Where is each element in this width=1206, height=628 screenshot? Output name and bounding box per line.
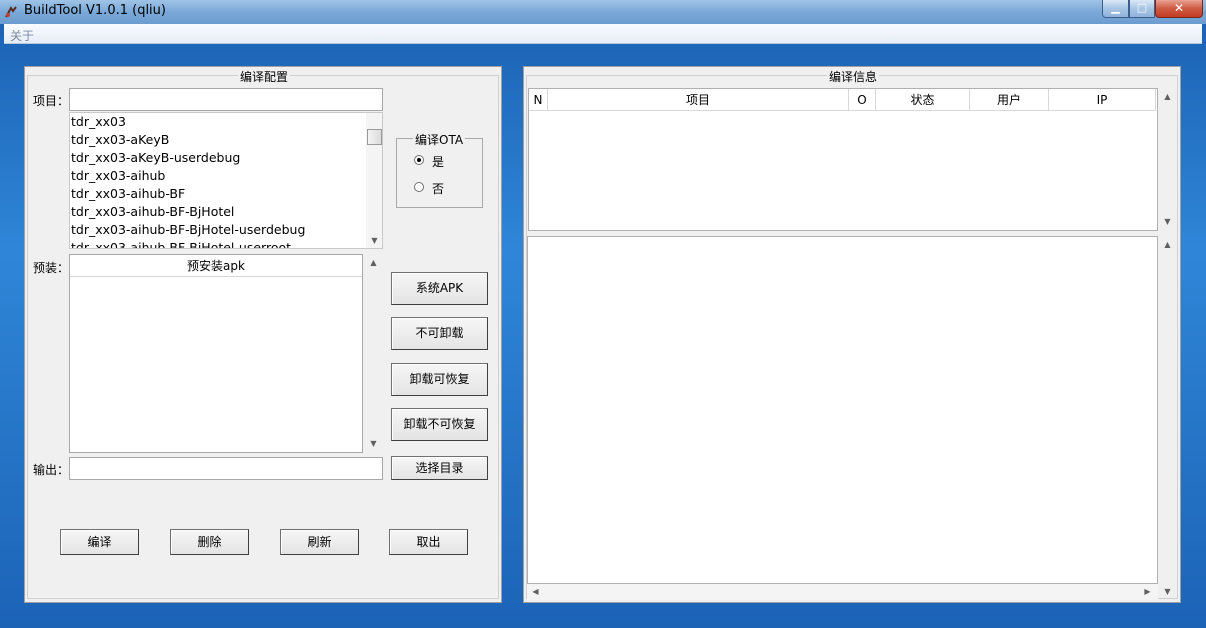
project-list-item[interactable]: tdr_xx03-aihub-BF-BjHotel-userroot: [70, 239, 364, 248]
scroll-down-icon[interactable]: ▼: [365, 439, 382, 448]
maximize-icon: □: [1136, 1, 1148, 14]
preinstall-header[interactable]: 预安装apk: [70, 255, 362, 277]
scroll-right-icon[interactable]: ▶: [1139, 587, 1156, 596]
ota-group-title: 编译OTA: [413, 131, 466, 148]
project-label: 项目：: [33, 94, 70, 108]
maximize-button[interactable]: □: [1129, 0, 1155, 18]
column-header[interactable]: IP: [1049, 89, 1156, 111]
build-log-hscrollbar[interactable]: ◀ ▶: [527, 584, 1158, 600]
scroll-up-icon[interactable]: ▲: [1159, 92, 1176, 101]
project-list-item[interactable]: tdr_xx03-aihub-BF: [70, 185, 364, 203]
config-group-title: 编译配置: [238, 68, 291, 85]
output-input[interactable]: [69, 457, 383, 480]
ota-no-radio[interactable]: [414, 182, 424, 192]
cancel-button[interactable]: 取出: [389, 529, 468, 555]
project-list-scrollbar[interactable]: ▼: [366, 113, 382, 248]
project-list[interactable]: tdr_xx03 tdr_xx03-aKeyB tdr_xx03-aKeyB-use…: [69, 112, 383, 249]
project-list-item[interactable]: tdr_xx03-aKeyB: [70, 131, 364, 149]
window-title: BuildTool V1.0.1 (qliu): [24, 3, 166, 18]
preinstall-label: 预装：: [33, 261, 70, 275]
delete-button[interactable]: 删除: [170, 529, 249, 555]
preinstall-list[interactable]: 预安装apk: [69, 254, 363, 453]
scroll-down-icon[interactable]: ▼: [1159, 217, 1176, 226]
uninstall-restorable-button[interactable]: 卸载可恢复: [391, 363, 488, 396]
compile-button[interactable]: 编译: [60, 529, 139, 555]
ota-no-label: 否: [432, 182, 445, 196]
choose-directory-button[interactable]: 选择目录: [391, 456, 488, 480]
minimize-icon: ▁: [1111, 1, 1120, 14]
close-button[interactable]: ✕: [1155, 0, 1203, 18]
output-label: 输出：: [33, 463, 70, 477]
info-group-title: 编译信息: [827, 68, 880, 85]
ota-yes-radio[interactable]: [414, 155, 424, 165]
ota-yes-label: 是: [432, 155, 445, 169]
app-icon: [4, 5, 18, 19]
minimize-button[interactable]: ▁: [1102, 0, 1129, 18]
project-list-item[interactable]: tdr_xx03: [70, 113, 364, 131]
config-panel: 编译配置 项目： tdr_xx03 tdr_xx03-aKeyB tdr_xx03-…: [24, 66, 502, 603]
not-uninstallable-button[interactable]: 不可卸载: [391, 317, 488, 350]
menu-item-about[interactable]: 关于: [10, 27, 34, 44]
build-table[interactable]: N 项目 O 状态 用户 IP: [528, 88, 1158, 231]
column-header[interactable]: O: [849, 89, 876, 111]
project-list-scroll-thumb[interactable]: [367, 129, 382, 145]
project-list-item[interactable]: tdr_xx03-aKeyB-userdebug: [70, 149, 364, 167]
uninstall-not-restorable-button[interactable]: 卸载不可恢复: [391, 408, 488, 441]
close-icon: ✕: [1173, 1, 1185, 15]
build-table-header: N 项目 O 状态 用户 IP: [529, 89, 1157, 111]
menu-bar: 关于: [4, 24, 1202, 44]
scroll-left-icon[interactable]: ◀: [527, 587, 544, 596]
project-list-item[interactable]: tdr_xx03-aihub-BF-BjHotel-userdebug: [70, 221, 364, 239]
title-bar: BuildTool V1.0.1 (qliu): [0, 0, 1206, 24]
column-header[interactable]: 状态: [876, 89, 970, 111]
column-header[interactable]: 项目: [548, 89, 849, 111]
scroll-down-icon[interactable]: ▼: [1159, 587, 1176, 596]
system-apk-button[interactable]: 系统APK: [391, 272, 488, 305]
build-info-panel: 编译信息 N 项目 O 状态 用户 IP ▲ ▼ ▲ ▼ ◀ ▶: [523, 66, 1181, 603]
project-list-item[interactable]: tdr_xx03-aihub: [70, 167, 364, 185]
refresh-button[interactable]: 刷新: [280, 529, 359, 555]
project-list-item[interactable]: tdr_xx03-aihub-BF-BjHotel: [70, 203, 364, 221]
column-header[interactable]: 用户: [970, 89, 1049, 111]
ota-group-frame: [396, 138, 483, 208]
build-log-area[interactable]: [527, 236, 1158, 584]
scroll-up-icon[interactable]: ▲: [365, 258, 382, 267]
scroll-up-icon[interactable]: ▲: [1159, 240, 1176, 249]
project-input[interactable]: [69, 88, 383, 111]
scroll-down-icon[interactable]: ▼: [366, 236, 382, 245]
column-header[interactable]: N: [529, 89, 548, 111]
